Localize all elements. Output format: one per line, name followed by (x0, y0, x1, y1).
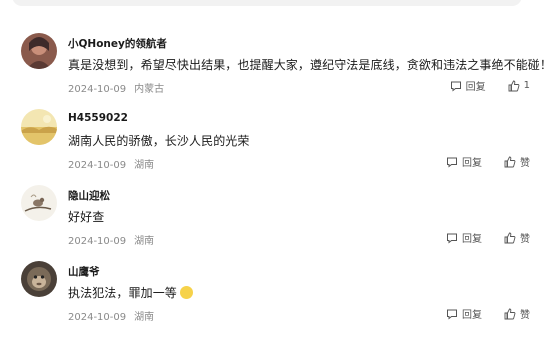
avatar[interactable] (21, 261, 57, 297)
like-button[interactable]: 1 (508, 80, 530, 92)
comment-text: 真是没想到，希望尽快出结果，也提醒大家，遵纪守法是底线，贪欲和违法之事绝不能碰！ (68, 58, 550, 72)
like-label: 赞 (520, 310, 530, 321)
username[interactable]: 小QHoney的领航者 (68, 36, 167, 51)
comment-item: 小QHoney的领航者 真是没想到，希望尽快出结果，也提醒大家，遵纪守法是底线，… (0, 33, 550, 109)
username[interactable]: H4559022 (68, 112, 128, 124)
comment-location: 湖南 (134, 160, 155, 171)
thumbs-up-icon (508, 80, 520, 91)
like-button[interactable]: 赞 (504, 154, 530, 169)
like-label: 赞 (520, 234, 530, 245)
like-label: 赞 (520, 158, 530, 169)
avatar[interactable] (21, 33, 57, 69)
comment-date: 2024-10-09 (68, 312, 127, 323)
grin-emoji-icon (179, 286, 193, 299)
reply-label: 回复 (462, 234, 482, 245)
comment-actions: 回复 赞 (446, 154, 530, 169)
like-button[interactable]: 赞 (504, 306, 530, 321)
like-count: 1 (523, 80, 530, 91)
comment-meta: 2024-10-09 内蒙古 (68, 80, 164, 95)
comment-actions: 回复 1 (450, 78, 530, 93)
comment-location: 湖南 (134, 312, 155, 323)
comment-date: 2024-10-09 (68, 160, 127, 171)
comment-location: 内蒙古 (134, 84, 165, 95)
thumbs-up-icon (504, 156, 516, 167)
comment-text: 执法犯法，罪加一等 (68, 284, 193, 301)
comment-meta: 2024-10-09 湖南 (68, 156, 154, 171)
reply-button[interactable]: 回复 (446, 154, 482, 169)
comment-meta: 2024-10-09 湖南 (68, 232, 154, 247)
reply-icon (450, 81, 461, 92)
comment-text: 湖南人民的骄傲，长沙人民的光荣 (68, 134, 250, 148)
comment-item: 隐山迎松 好好查 2024-10-09 湖南 回复 赞 (0, 185, 550, 261)
comment-date: 2024-10-09 (68, 236, 127, 247)
avatar[interactable] (21, 109, 57, 145)
thumbs-up-icon (504, 232, 516, 243)
reply-label: 回复 (465, 82, 486, 93)
reply-button[interactable]: 回复 (446, 230, 482, 245)
top-bar-edge (12, 0, 522, 6)
reply-label: 回复 (462, 310, 482, 321)
comment-item: 山鹰爷 执法犯法，罪加一等 2024-10-09 湖南 回复 赞 (0, 261, 550, 337)
thumbs-up-icon (504, 308, 516, 319)
comment-text-body: 执法犯法，罪加一等 (68, 286, 177, 300)
reply-icon (447, 309, 457, 320)
reply-label: 回复 (462, 158, 482, 169)
comment-text: 好好查 (68, 210, 105, 224)
reply-icon (447, 157, 457, 168)
reply-icon (447, 233, 457, 244)
comment-date: 2024-10-09 (68, 84, 127, 95)
comment-location: 湖南 (134, 236, 155, 247)
avatar[interactable] (21, 185, 57, 221)
comment-actions: 回复 赞 (446, 230, 530, 245)
reply-button[interactable]: 回复 (450, 78, 486, 93)
comment-meta: 2024-10-09 湖南 (68, 308, 154, 323)
username[interactable]: 隐山迎松 (68, 188, 110, 203)
username[interactable]: 山鹰爷 (68, 264, 100, 279)
like-button[interactable]: 赞 (504, 230, 530, 245)
reply-button[interactable]: 回复 (446, 306, 482, 321)
comment-actions: 回复 赞 (446, 306, 530, 321)
comment-item: H4559022 湖南人民的骄傲，长沙人民的光荣 2024-10-09 湖南 回复… (0, 109, 550, 185)
